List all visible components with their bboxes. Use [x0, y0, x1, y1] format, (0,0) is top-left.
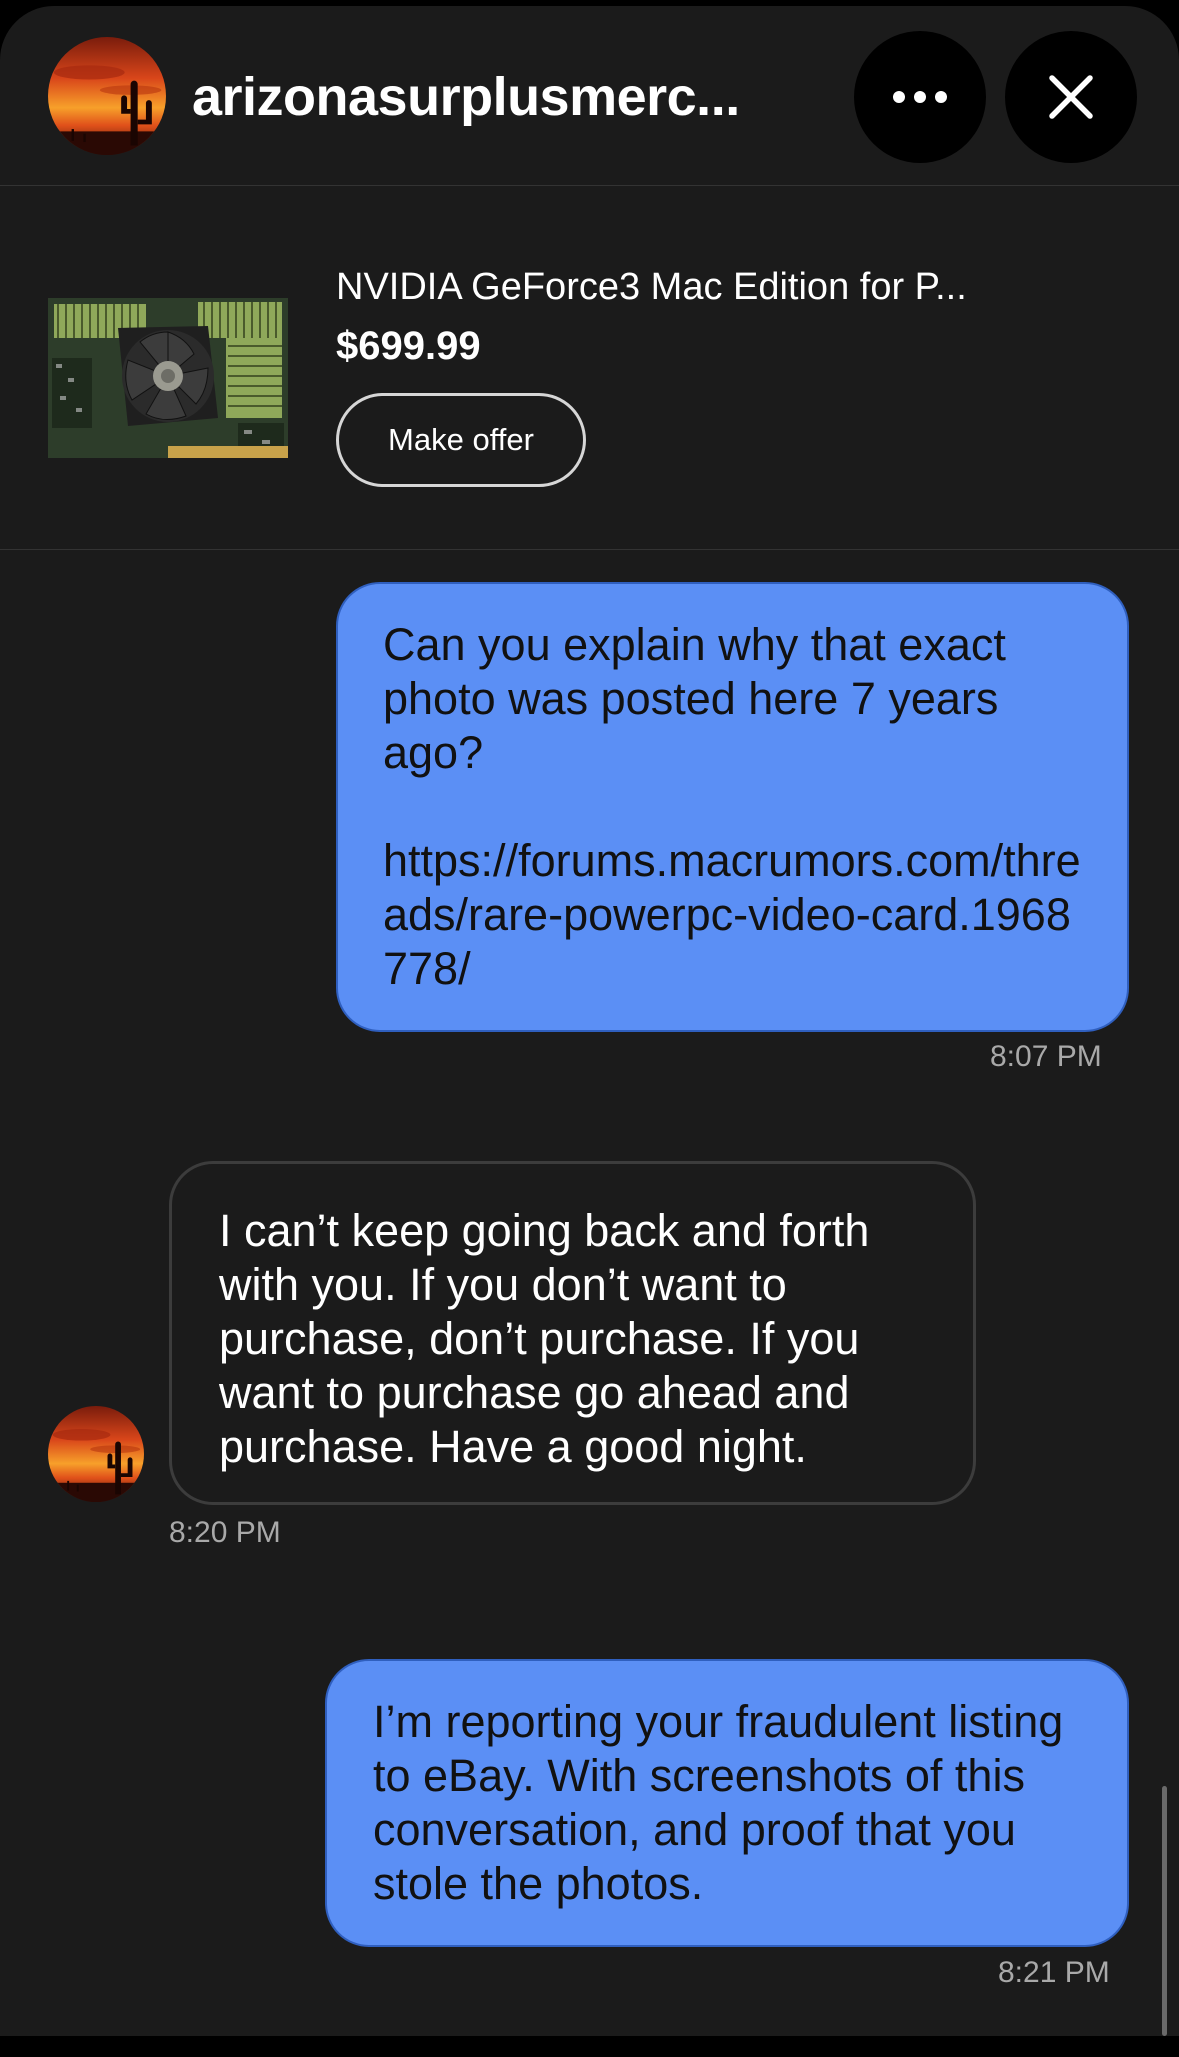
message-timestamp: 8:21 PM [998, 1956, 1110, 1989]
message-text: I’m reporting your fraudulent listing to… [373, 1696, 1064, 1909]
chat-header: arizonasurplusmerc... [0, 6, 1179, 186]
message-bubble-incoming: I can’t keep going back and forth with y… [169, 1161, 976, 1505]
listing-price: $699.99 [336, 324, 481, 368]
message-timestamp: 8:20 PM [169, 1516, 281, 1549]
desert-sunset-avatar-icon [48, 1406, 144, 1502]
seller-name[interactable]: arizonasurplusmerc... [192, 66, 812, 128]
make-offer-button[interactable]: Make offer [336, 393, 586, 487]
seller-message-avatar [48, 1406, 144, 1502]
more-options-button[interactable] [854, 31, 986, 163]
message-text: Can you explain why that exact photo was… [383, 619, 1006, 778]
seller-avatar[interactable] [48, 37, 166, 155]
close-icon [1049, 75, 1093, 119]
listing-title[interactable]: NVIDIA GeForce3 Mac Edition for P... [336, 266, 1036, 309]
message-bubble-outgoing: I’m reporting your fraudulent listing to… [325, 1659, 1129, 1947]
graphics-card-image [48, 298, 288, 458]
message-link[interactable]: https://forums.macrumors.com/threads/rar… [383, 834, 1085, 996]
listing-card[interactable]: NVIDIA GeForce3 Mac Edition for P... $69… [0, 186, 1179, 550]
message-bubble-outgoing: Can you explain why that exact photo was… [336, 582, 1129, 1032]
scrollbar[interactable] [1162, 1786, 1167, 2036]
message-timestamp: 8:07 PM [990, 1040, 1102, 1073]
listing-thumbnail[interactable] [48, 298, 288, 458]
close-button[interactable] [1005, 31, 1137, 163]
chat-sheet: arizonasurplusmerc... NVIDIA GeForce3 Ma… [0, 6, 1179, 2036]
message-text: I can’t keep going back and forth with y… [219, 1205, 870, 1472]
more-horizontal-icon [893, 91, 947, 103]
desert-sunset-avatar-icon [48, 37, 166, 155]
